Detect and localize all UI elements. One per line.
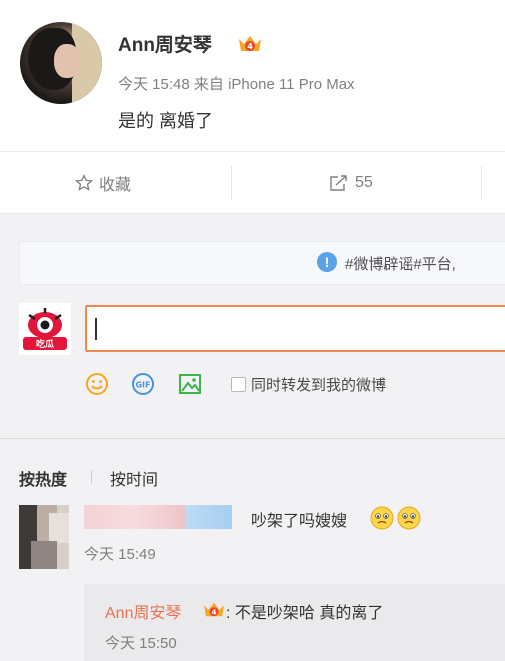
post-meta: 今天 15:48 来自 iPhone 11 Pro Max xyxy=(118,73,355,94)
reply-separator: : xyxy=(226,605,231,622)
reply-time: 今天 15:50 xyxy=(105,635,177,652)
action-separator xyxy=(231,166,232,200)
author-avatar[interactable] xyxy=(20,22,102,104)
repost-count: 55 xyxy=(355,174,373,191)
post-source-prefix: 来自 xyxy=(193,76,224,93)
sort-by-time[interactable]: 按时间 xyxy=(110,466,158,490)
favorite-label: 收藏 xyxy=(99,177,132,194)
repost-icon xyxy=(330,175,347,191)
svg-text:4: 4 xyxy=(247,42,253,51)
post-content: 是的 离婚了 xyxy=(118,111,214,131)
repost-button[interactable]: 55 xyxy=(329,168,373,198)
emoji-icon[interactable] xyxy=(85,372,109,396)
blurred-username[interactable] xyxy=(84,505,186,529)
post-source-device[interactable]: iPhone 11 Pro Max xyxy=(228,76,354,93)
repost-checkbox-label[interactable]: 同时转发到我的微博 xyxy=(251,374,386,395)
vip-crown-icon: 4 xyxy=(239,36,261,51)
text-caret xyxy=(95,318,97,340)
info-icon: ! xyxy=(317,252,337,272)
reply-body: 不是吵架哈 真的离了 xyxy=(234,605,384,622)
blurred-username[interactable] xyxy=(186,505,232,529)
action-separator xyxy=(481,166,482,200)
author-name[interactable]: Ann周安琴 xyxy=(118,30,212,57)
vip-crown-icon: 4 xyxy=(204,602,224,616)
image-icon[interactable] xyxy=(178,372,202,396)
sad-face-icon xyxy=(370,506,394,530)
comment-time: 今天 15:49 xyxy=(84,546,156,563)
sad-face-icon xyxy=(397,506,421,530)
star-icon xyxy=(75,174,93,191)
comment-text: 吵架了吗嫂嫂 xyxy=(251,513,348,530)
favorite-button[interactable]: 收藏 xyxy=(75,168,131,198)
reply-text: : 不是吵架哈 真的离了 xyxy=(226,599,383,623)
comment-input[interactable] xyxy=(85,305,505,352)
svg-text:4: 4 xyxy=(211,607,216,616)
commenter-avatar[interactable] xyxy=(19,505,69,569)
svg-text:吃瓜: 吃瓜 xyxy=(36,338,54,350)
divider xyxy=(0,438,505,439)
notice-text[interactable]: #微博辟谣#平台, xyxy=(345,253,456,274)
reply-author[interactable]: Ann周安琴 xyxy=(105,599,181,623)
sort-by-hot[interactable]: 按热度 xyxy=(19,466,67,490)
post-time[interactable]: 今天 15:48 xyxy=(118,76,190,93)
svg-text:GIF: GIF xyxy=(135,381,150,390)
repost-checkbox[interactable] xyxy=(231,377,246,392)
my-avatar[interactable]: 吃瓜 xyxy=(19,303,71,355)
divider xyxy=(0,151,505,152)
sort-separator xyxy=(91,470,92,484)
gif-icon[interactable]: GIF xyxy=(131,372,155,396)
